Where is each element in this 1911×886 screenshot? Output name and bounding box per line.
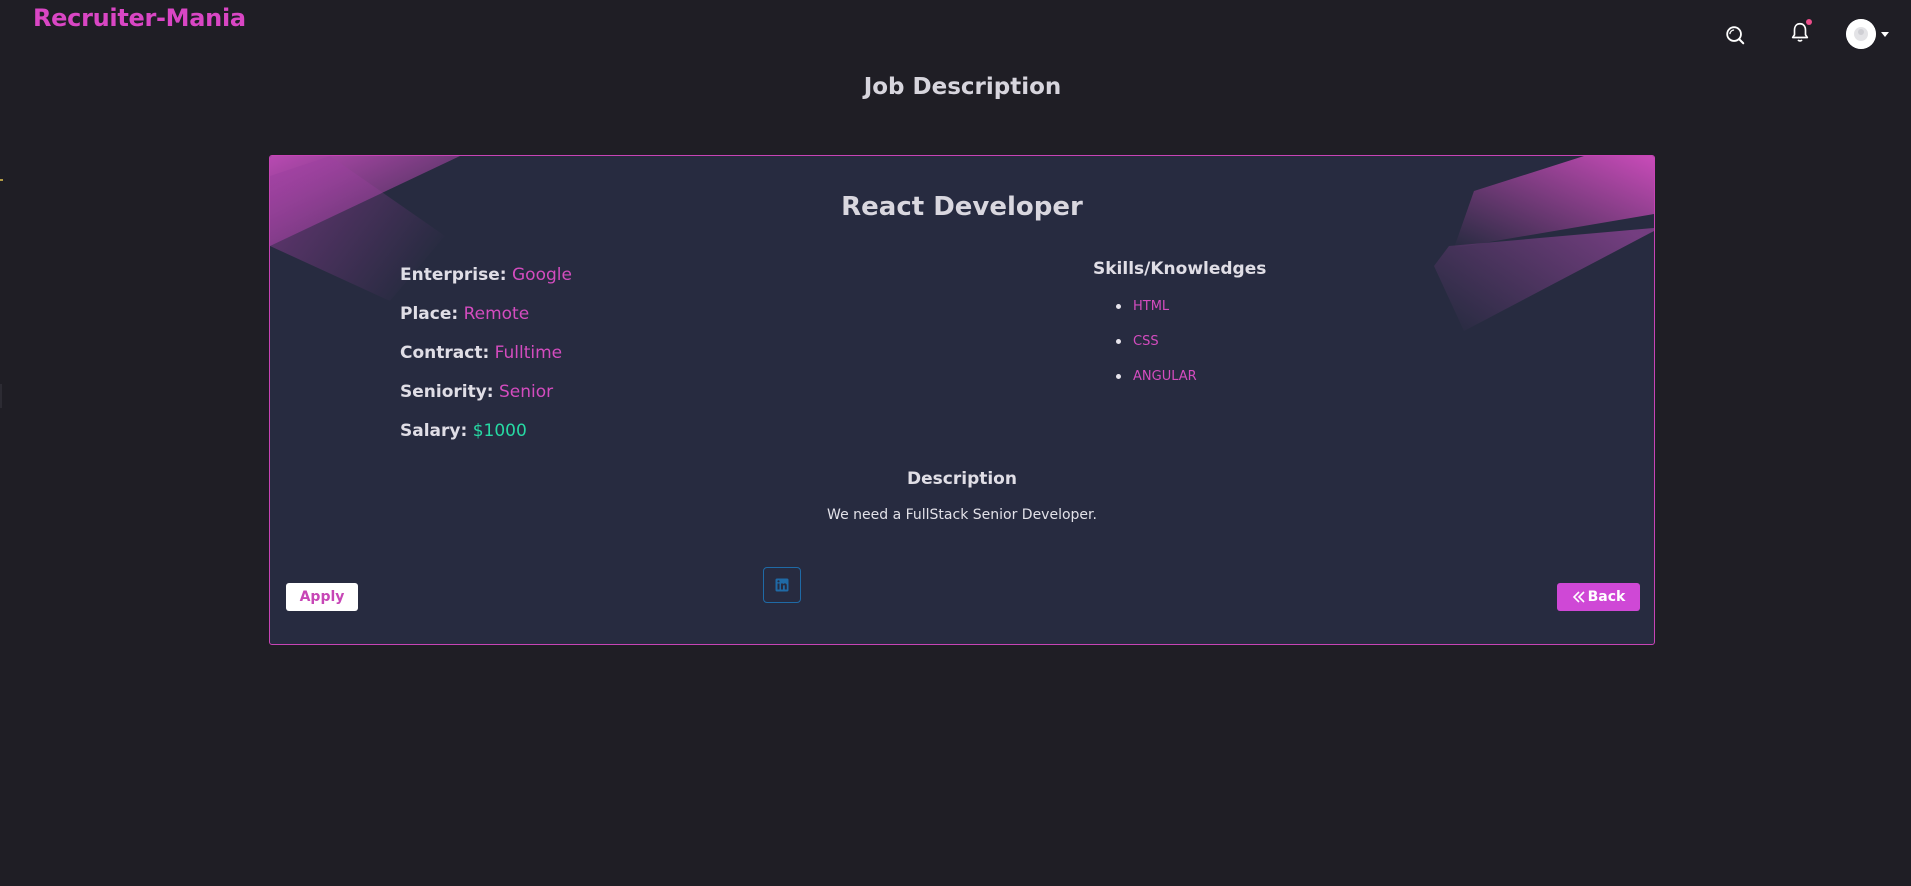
bullet-icon [1116,339,1121,344]
detail-enterprise: Enterprise: Google [400,256,572,295]
skill-label: HTML [1133,299,1170,314]
search-icon [1726,26,1745,45]
list-item: ANGULAR [1093,359,1266,394]
detail-value: Senior [499,382,554,402]
top-navbar: Recruiter-Mania [0,0,1911,60]
user-menu-button[interactable] [1844,18,1890,50]
description-text: We need a FullStack Senior Developer. [827,507,1097,523]
skills-section: Skills/Knowledges HTML CSS ANGULAR [1093,259,1266,394]
user-avatar-icon [1845,19,1876,49]
detail-place: Place: Remote [400,295,572,334]
side-marker-secondary [0,384,2,408]
bullet-icon [1116,374,1121,379]
description-title: Description [907,469,1017,489]
detail-value: Fulltime [494,343,563,363]
detail-label: Salary: [400,421,468,441]
detail-label: Contract: [400,343,490,363]
chevron-down-icon [1880,31,1889,37]
skill-label: CSS [1133,334,1159,349]
detail-value: Google [512,265,572,285]
search-button[interactable] [1720,20,1750,50]
detail-contract: Contract: Fulltime [400,334,572,373]
back-button[interactable]: Back [1557,583,1640,611]
linkedin-icon [775,578,789,592]
avatar [1845,19,1876,49]
side-marker [0,179,3,181]
detail-seniority: Seniority: Senior [400,373,572,412]
back-button-label: Back [1587,589,1626,605]
detail-label: Place: [400,304,459,324]
notification-badge [1806,19,1812,25]
skills-title: Skills/Knowledges [1093,259,1267,279]
job-title: React Developer [841,192,1083,222]
apply-button[interactable]: Apply [286,583,358,611]
linkedin-share-button[interactable] [763,567,801,603]
brand-logo[interactable]: Recruiter-Mania [33,4,246,32]
skill-label: ANGULAR [1133,369,1197,384]
apply-button-label: Apply [299,589,345,605]
detail-salary: Salary: $1000 [400,412,572,451]
detail-label: Seniority: [400,382,494,402]
salary-value: $1000 [472,421,527,441]
list-item: CSS [1093,324,1266,359]
detail-label: Enterprise: [400,265,507,285]
job-card: React Developer Enterprise: Google Place… [269,155,1655,645]
card-decoration-right [1434,156,1654,331]
double-chevron-left-icon [1572,591,1585,603]
list-item: HTML [1093,289,1266,324]
detail-value: Remote [463,304,530,324]
bullet-icon [1116,304,1121,309]
notifications-button[interactable] [1784,16,1816,48]
page-title: Job Description [863,74,1062,100]
job-details-list: Enterprise: Google Place: Remote Contrac… [400,256,572,451]
